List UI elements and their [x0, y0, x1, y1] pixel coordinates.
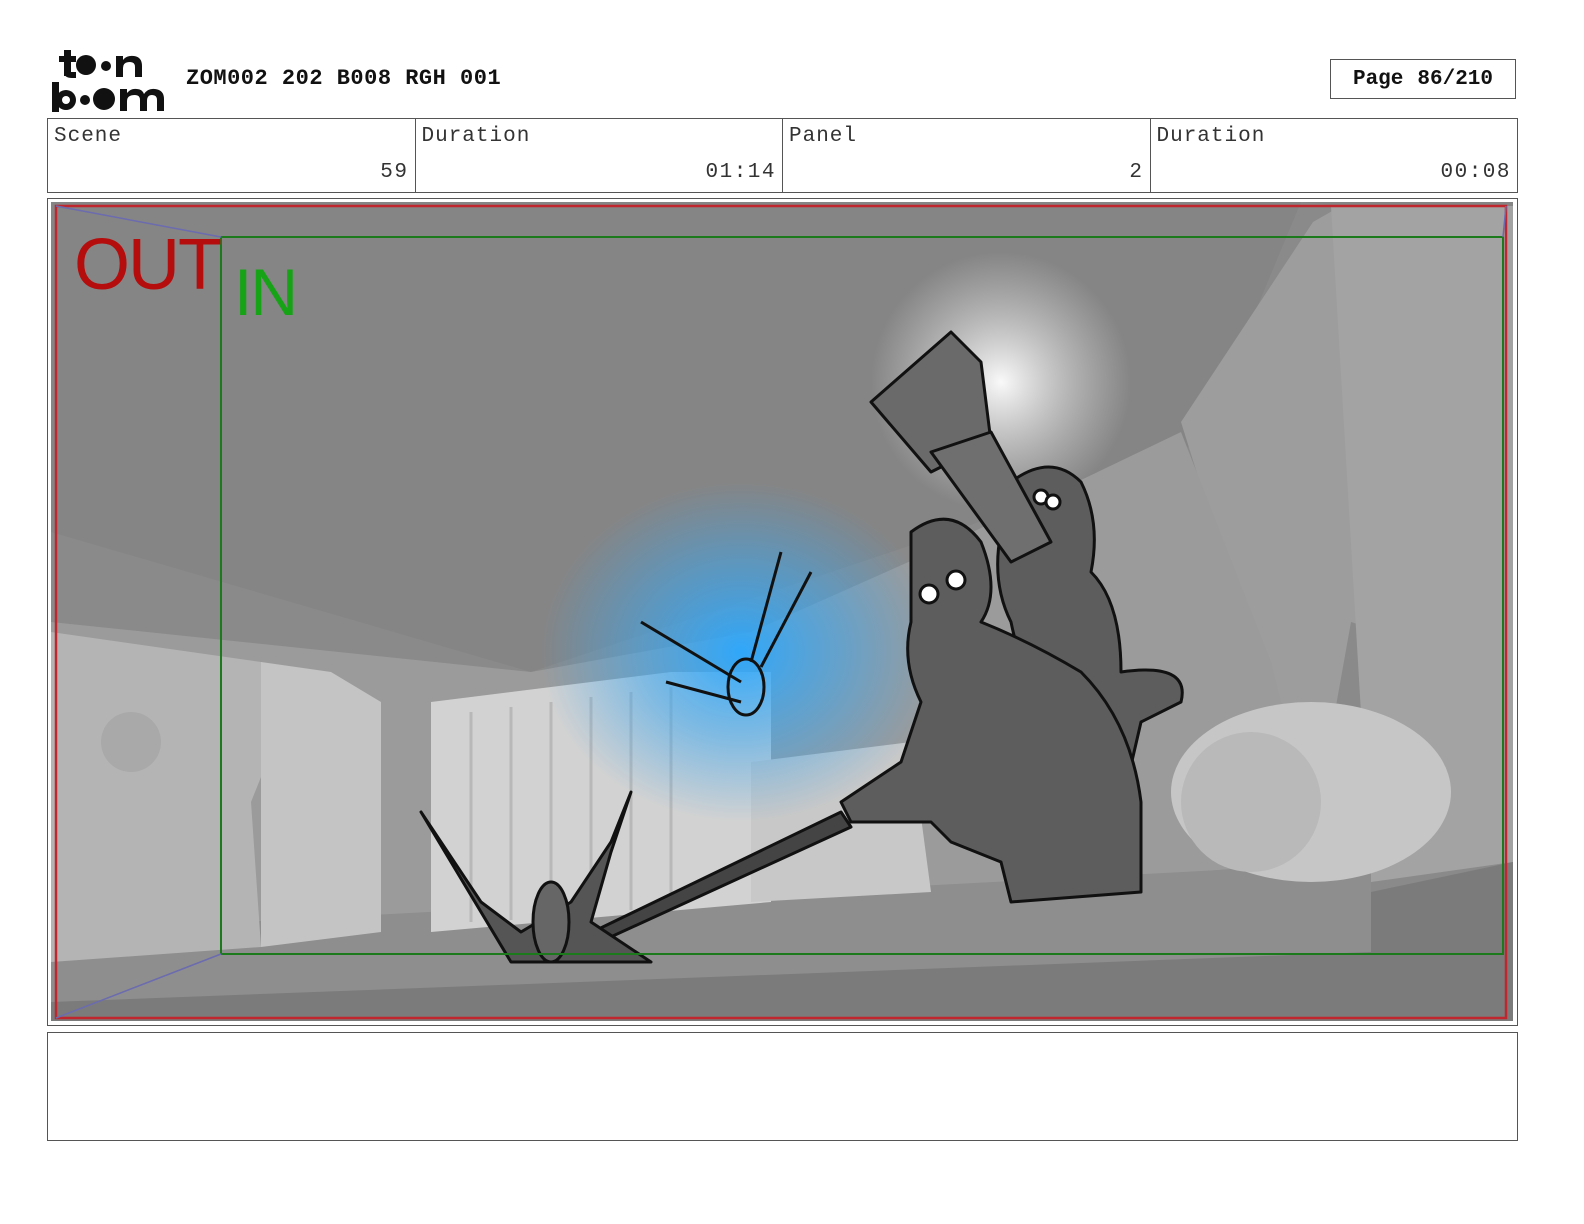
scene-info-table: Scene 59 Duration 01:14 Panel 2 Duration… — [47, 118, 1518, 193]
page-indicator: Page 86/210 — [1330, 59, 1516, 99]
in-label: IN — [234, 255, 298, 329]
panel-label: Panel — [789, 125, 858, 148]
page-number: 86/210 — [1417, 67, 1494, 91]
panel-duration-cell: Duration 00:08 — [1151, 119, 1518, 192]
scene-number: 59 — [380, 161, 409, 184]
panel-number: 2 — [1129, 161, 1144, 184]
out-label: OUT — [74, 225, 222, 305]
scene-duration-value: 01:14 — [705, 161, 776, 184]
document-title: ZOM002 202 B008 RGH 001 — [186, 66, 502, 91]
toon-boom-logo — [52, 50, 164, 112]
page-label: Page — [1352, 67, 1404, 91]
panel-cell: Panel 2 — [783, 119, 1151, 192]
scene-duration-label: Duration — [421, 125, 531, 148]
scene-label: Scene — [54, 125, 123, 148]
scene-duration-cell: Duration 01:14 — [416, 119, 783, 192]
scene-cell: Scene 59 — [48, 119, 416, 192]
panel-duration-value: 00:08 — [1440, 161, 1511, 184]
left-cabinet — [261, 662, 381, 947]
panel-duration-label: Duration — [1156, 125, 1266, 148]
blue-magic-glow — [541, 482, 941, 822]
caption-box[interactable] — [47, 1032, 1518, 1141]
